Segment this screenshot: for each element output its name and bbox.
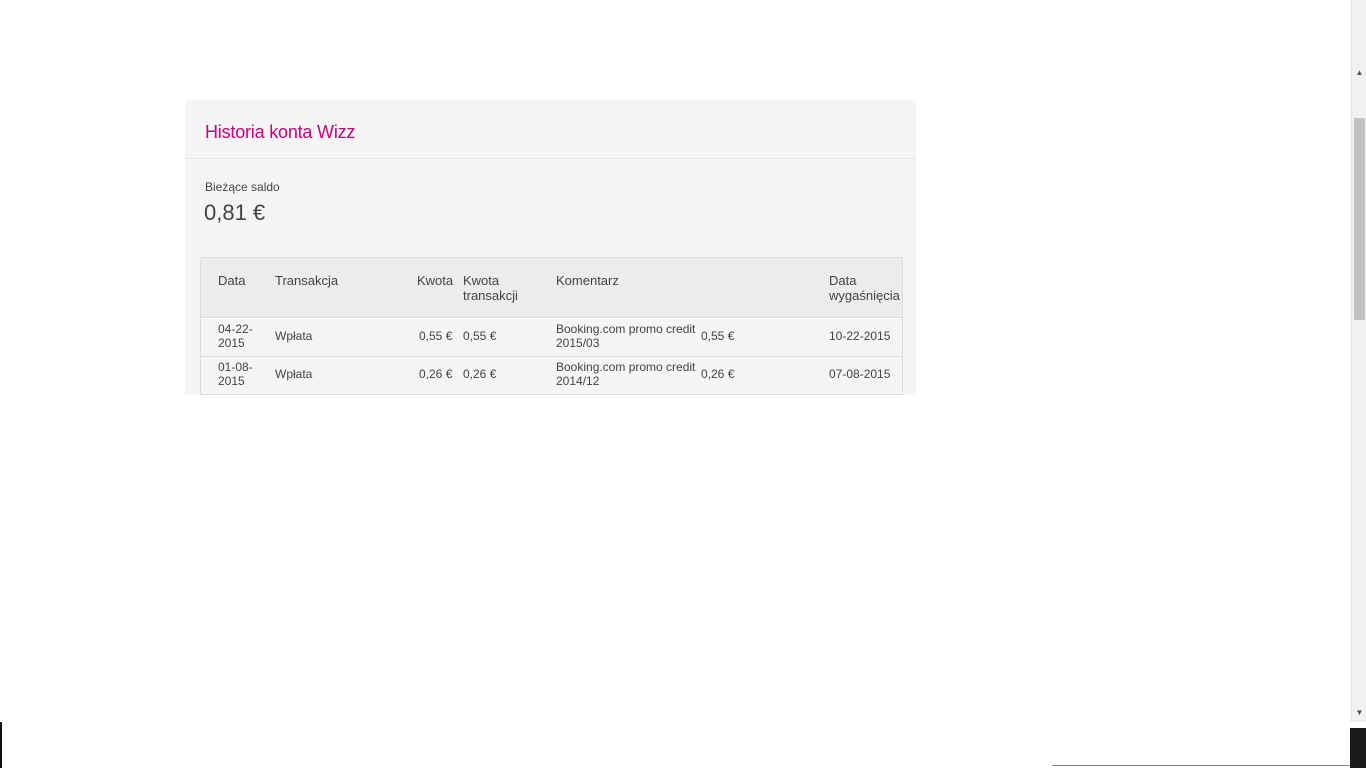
header-amount: Kwota	[417, 273, 454, 288]
header-expiry-line2: wygaśnięcia	[829, 288, 900, 303]
window-edge	[0, 722, 2, 768]
header-transaction: Transakcja	[275, 273, 339, 288]
history-table: Data Transakcja Kwota Kwota transakcji K…	[200, 257, 903, 395]
header-date: Data	[218, 273, 246, 288]
divider-line	[1052, 765, 1352, 766]
table-row: 04-22- 2015 Wpłata 0,55 € 0,55 € Booking…	[201, 319, 902, 357]
header-transaction-amount-line1: Kwota	[463, 273, 500, 288]
row-date-line1: 01-08-	[218, 360, 253, 374]
row-transaction: Wpłata	[275, 329, 313, 343]
row-date-line2: 2015	[218, 374, 245, 388]
row-date-line2: 2015	[218, 336, 245, 350]
header-comment: Komentarz	[556, 273, 619, 288]
row-expiry: 10-22-2015	[829, 329, 891, 343]
row-extra-amount: 0,55 €	[701, 329, 735, 343]
page-title: Historia konta Wizz	[205, 122, 356, 142]
row-comment-line1: Booking.com promo credit	[556, 322, 696, 336]
row-extra-amount: 0,26 €	[701, 367, 735, 381]
row-comment-line2: 2014/12	[556, 374, 600, 388]
row-amount: 0,55 €	[419, 329, 453, 343]
row-date-line1: 04-22-	[218, 322, 253, 336]
balance-label: Bieżące saldo	[205, 180, 280, 194]
header-expiry-line1: Data	[829, 273, 857, 288]
vertical-scrollbar[interactable]: ▲ ▼	[1351, 0, 1366, 722]
table-row: 01-08- 2015 Wpłata 0,26 € 0,26 € Booking…	[201, 357, 902, 395]
row-transaction: Wpłata	[275, 367, 313, 381]
row-transaction-amount: 0,26 €	[463, 367, 497, 381]
row-expiry: 07-08-2015	[829, 367, 891, 381]
row-comment-line1: Booking.com promo credit	[556, 360, 696, 374]
row-amount: 0,26 €	[419, 367, 453, 381]
balance-value: 0,81 €	[204, 200, 266, 225]
row-comment-line2: 2015/03	[556, 336, 600, 350]
table-header: Data Transakcja Kwota Kwota transakcji K…	[201, 258, 902, 318]
scroll-down-arrow-icon[interactable]: ▼	[1352, 706, 1366, 720]
account-history-card: Historia konta Wizz Bieżące saldo 0,81 €…	[185, 100, 916, 395]
header-transaction-amount-line2: transakcji	[463, 288, 518, 303]
card-header: Historia konta Wizz	[185, 100, 916, 159]
corner-widget	[1350, 728, 1366, 768]
scrollbar-thumb[interactable]	[1354, 118, 1365, 320]
row-transaction-amount: 0,55 €	[463, 329, 497, 343]
scroll-up-arrow-icon[interactable]: ▲	[1352, 66, 1366, 80]
